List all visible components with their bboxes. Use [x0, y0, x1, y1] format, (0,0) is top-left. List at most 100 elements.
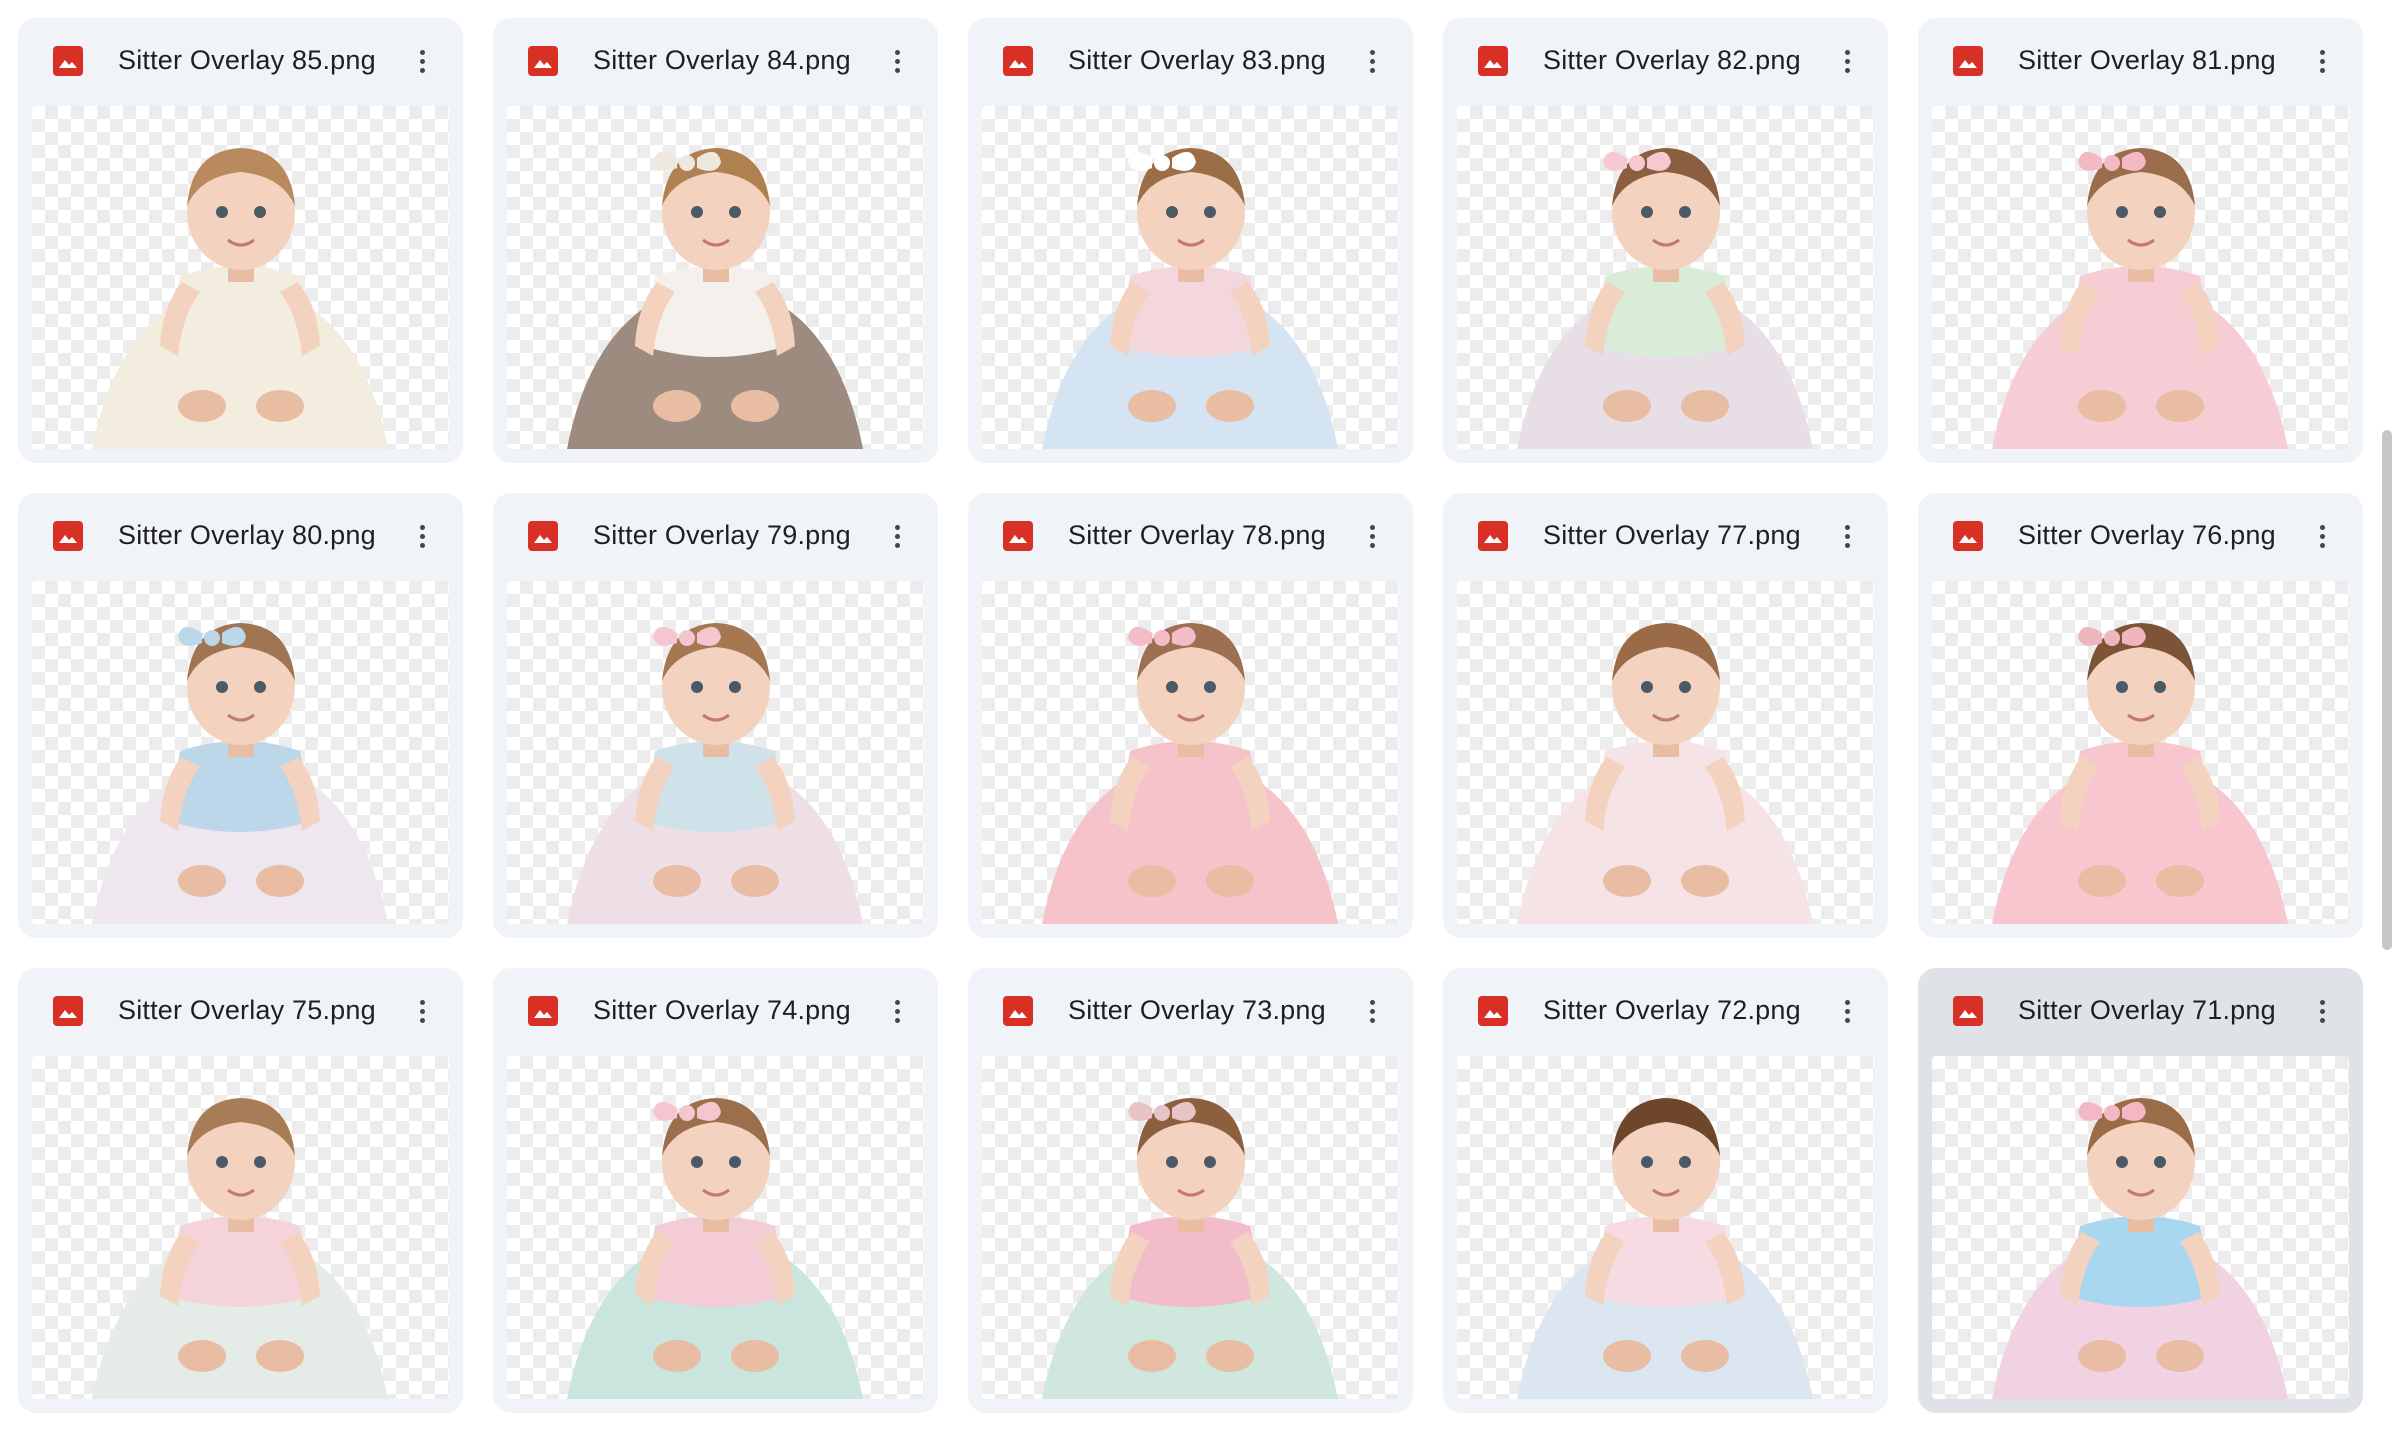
file-card-header: Sitter Overlay 71.png [1918, 968, 2363, 1054]
baby-photo [1517, 623, 1813, 924]
file-card[interactable]: Sitter Overlay 83.png [968, 18, 1413, 463]
file-card-header: Sitter Overlay 76.png [1918, 493, 2363, 579]
more-vert-icon[interactable] [1828, 992, 1866, 1030]
file-thumbnail[interactable] [32, 1056, 449, 1399]
file-card[interactable]: Sitter Overlay 82.png [1443, 18, 1888, 463]
file-card[interactable]: Sitter Overlay 72.png [1443, 968, 1888, 1413]
file-card[interactable]: Sitter Overlay 75.png [18, 968, 463, 1413]
file-name: Sitter Overlay 76.png [2018, 520, 2276, 550]
file-thumbnail[interactable] [1457, 581, 1874, 924]
file-card-header: Sitter Overlay 77.png [1443, 493, 1888, 579]
file-thumbnail[interactable] [1932, 106, 2349, 449]
more-vert-icon[interactable] [403, 42, 441, 80]
baby-photo [92, 623, 388, 924]
image-file-icon [53, 521, 83, 551]
file-card[interactable]: Sitter Overlay 71.png [1918, 968, 2363, 1413]
more-vert-icon[interactable] [1353, 517, 1391, 555]
file-thumbnail[interactable] [982, 106, 1399, 449]
baby-photo [1517, 148, 1813, 449]
more-vert-icon[interactable] [1828, 517, 1866, 555]
file-thumbnail[interactable] [507, 1056, 924, 1399]
baby-photo [1042, 1098, 1338, 1399]
file-thumbnail[interactable] [1457, 1056, 1874, 1399]
more-vert-icon[interactable] [2303, 42, 2341, 80]
file-name: Sitter Overlay 82.png [1543, 45, 1801, 75]
image-file-icon [1478, 996, 1508, 1026]
file-card-header: Sitter Overlay 78.png [968, 493, 1413, 579]
baby-photo [1992, 1098, 2288, 1399]
baby-photo [1042, 623, 1338, 924]
file-thumbnail[interactable] [982, 581, 1399, 924]
file-card[interactable]: Sitter Overlay 77.png [1443, 493, 1888, 938]
file-thumbnail[interactable] [507, 581, 924, 924]
more-vert-icon[interactable] [878, 992, 916, 1030]
vertical-scrollbar[interactable] [2382, 430, 2392, 950]
file-grid: Sitter Overlay 85.png Sitter Overlay 84.p… [18, 18, 2363, 1413]
more-vert-icon[interactable] [403, 992, 441, 1030]
image-file-icon [1003, 521, 1033, 551]
file-card-header: Sitter Overlay 85.png [18, 18, 463, 104]
file-card-header: Sitter Overlay 84.png [493, 18, 938, 104]
file-card[interactable]: Sitter Overlay 81.png [1918, 18, 2363, 463]
file-thumbnail[interactable] [32, 581, 449, 924]
file-card-header: Sitter Overlay 75.png [18, 968, 463, 1054]
file-card[interactable]: Sitter Overlay 85.png [18, 18, 463, 463]
file-name: Sitter Overlay 79.png [593, 520, 851, 550]
more-vert-icon[interactable] [1353, 992, 1391, 1030]
file-name: Sitter Overlay 75.png [118, 995, 376, 1025]
image-file-icon [1003, 996, 1033, 1026]
more-vert-icon[interactable] [2303, 517, 2341, 555]
baby-photo [92, 148, 388, 449]
more-vert-icon[interactable] [878, 42, 916, 80]
file-thumbnail[interactable] [982, 1056, 1399, 1399]
file-card[interactable]: Sitter Overlay 76.png [1918, 493, 2363, 938]
file-name: Sitter Overlay 81.png [2018, 45, 2276, 75]
more-vert-icon[interactable] [403, 517, 441, 555]
image-file-icon [528, 521, 558, 551]
file-card-header: Sitter Overlay 79.png [493, 493, 938, 579]
file-name: Sitter Overlay 74.png [593, 995, 851, 1025]
more-vert-icon[interactable] [878, 517, 916, 555]
baby-photo [567, 148, 863, 449]
file-name: Sitter Overlay 85.png [118, 45, 376, 75]
image-file-icon [528, 46, 558, 76]
file-name: Sitter Overlay 71.png [2018, 995, 2276, 1025]
file-card[interactable]: Sitter Overlay 78.png [968, 493, 1413, 938]
more-vert-icon[interactable] [1828, 42, 1866, 80]
image-file-icon [1953, 996, 1983, 1026]
image-file-icon [528, 996, 558, 1026]
baby-photo [1992, 623, 2288, 924]
image-file-icon [1953, 521, 1983, 551]
file-card[interactable]: Sitter Overlay 73.png [968, 968, 1413, 1413]
file-card[interactable]: Sitter Overlay 80.png [18, 493, 463, 938]
file-name: Sitter Overlay 83.png [1068, 45, 1326, 75]
file-card-header: Sitter Overlay 72.png [1443, 968, 1888, 1054]
file-thumbnail[interactable] [1457, 106, 1874, 449]
file-name: Sitter Overlay 78.png [1068, 520, 1326, 550]
file-card-header: Sitter Overlay 81.png [1918, 18, 2363, 104]
file-card[interactable]: Sitter Overlay 79.png [493, 493, 938, 938]
file-card[interactable]: Sitter Overlay 84.png [493, 18, 938, 463]
baby-photo [567, 623, 863, 924]
image-file-icon [1478, 521, 1508, 551]
file-name: Sitter Overlay 72.png [1543, 995, 1801, 1025]
file-thumbnail[interactable] [1932, 1056, 2349, 1399]
image-file-icon [53, 46, 83, 76]
baby-photo [1517, 1098, 1813, 1399]
baby-photo [1992, 148, 2288, 449]
file-card-header: Sitter Overlay 73.png [968, 968, 1413, 1054]
file-thumbnail[interactable] [1932, 581, 2349, 924]
baby-photo [92, 1098, 388, 1399]
file-card-header: Sitter Overlay 82.png [1443, 18, 1888, 104]
file-thumbnail[interactable] [507, 106, 924, 449]
file-card[interactable]: Sitter Overlay 74.png [493, 968, 938, 1413]
file-thumbnail[interactable] [32, 106, 449, 449]
image-file-icon [1953, 46, 1983, 76]
file-name: Sitter Overlay 77.png [1543, 520, 1801, 550]
image-file-icon [1478, 46, 1508, 76]
baby-photo [1042, 148, 1338, 449]
file-name: Sitter Overlay 73.png [1068, 995, 1326, 1025]
more-vert-icon[interactable] [1353, 42, 1391, 80]
more-vert-icon[interactable] [2303, 992, 2341, 1030]
file-card-header: Sitter Overlay 83.png [968, 18, 1413, 104]
